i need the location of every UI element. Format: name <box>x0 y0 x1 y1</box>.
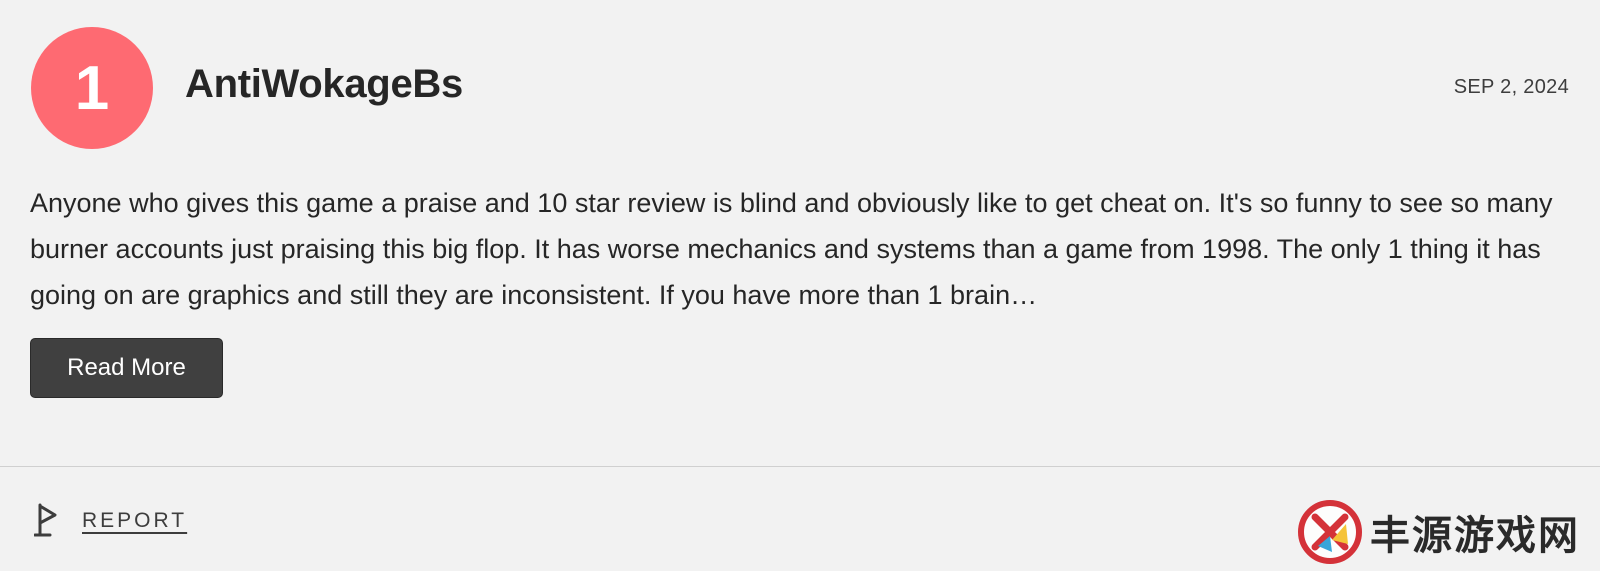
score-badge: 1 <box>31 27 153 149</box>
review-username: AntiWokageBs <box>185 62 463 106</box>
review-body-text: Anyone who gives this game a praise and … <box>30 188 1553 310</box>
red-circle-logo-icon <box>1298 500 1362 564</box>
divider <box>0 466 1600 467</box>
read-more-button[interactable]: Read More <box>30 338 223 398</box>
review-date: SEP 2, 2024 <box>1453 76 1569 98</box>
watermark-text: 丰源游戏网 <box>1370 513 1580 559</box>
score-value: 1 <box>74 54 110 123</box>
flag-icon <box>33 502 60 540</box>
review-card: 1 AntiWokageBs SEP 2, 2024 Anyone who gi… <box>0 0 1600 571</box>
report-label: REPORT <box>82 509 188 532</box>
report-link[interactable]: REPORT <box>33 502 188 540</box>
watermark: 丰源游戏网 <box>1298 500 1580 564</box>
